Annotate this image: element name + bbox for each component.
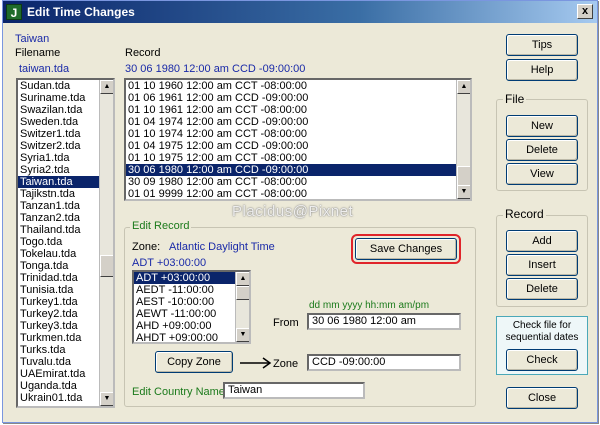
zone-name: Atlantic Daylight Time: [169, 241, 275, 253]
scroll-up-icon[interactable]: ▲: [100, 80, 113, 94]
check-text-line-1: Check file for: [512, 320, 572, 331]
arrow-right-icon: [240, 357, 272, 369]
tips-button[interactable]: Tips: [506, 34, 578, 56]
close-icon: x: [581, 5, 589, 17]
record-list-scrollbar[interactable]: ▲ ▼: [456, 80, 470, 199]
view-label: View: [530, 168, 554, 180]
edit-time-changes-window: J Edit Time Changes x Taiwan Filename ta…: [2, 0, 598, 423]
add-record-button[interactable]: Add: [506, 230, 578, 252]
new-label: New: [530, 120, 553, 132]
save-highlight: [351, 234, 461, 264]
country-name-label: Edit Country Name: [132, 386, 225, 398]
close-button[interactable]: Close: [506, 387, 578, 409]
scroll-down-icon[interactable]: ▼: [100, 392, 113, 406]
close-label: Close: [527, 392, 557, 404]
record-list-item[interactable]: 01 06 1961 12:00 am CCD -09:00:00: [126, 92, 470, 104]
record-list-item[interactable]: 01 10 1974 12:00 am CCT -08:00:00: [126, 128, 470, 140]
scroll-up-icon[interactable]: ▲: [236, 272, 249, 286]
zone-list-item[interactable]: AEST -10:00:00: [134, 296, 249, 308]
record-label: Record: [125, 47, 161, 59]
zone-label: Zone:: [132, 241, 161, 253]
zone-list-item[interactable]: AEWT -11:00:00: [134, 308, 249, 320]
file-list[interactable]: Sudan.tda Suriname.tda Swazilan.tda Sweden.…: [16, 78, 115, 408]
scroll-thumb[interactable]: [100, 255, 113, 277]
record-list-item[interactable]: 01 10 1961 12:00 am CCT -08:00:00: [126, 104, 470, 116]
record-list-item[interactable]: 01 04 1974 12:00 am CCD -09:00:00: [126, 116, 470, 128]
watermark: Placidus@Pixnet: [232, 203, 354, 220]
country-label: Taiwan: [15, 33, 50, 45]
zone-input[interactable]: CCD -09:00:00: [307, 354, 461, 371]
filename-label: Filename: [15, 47, 61, 59]
app-icon: J: [6, 4, 22, 20]
check-label: Check: [526, 354, 558, 366]
record-list-item[interactable]: 01 04 1975 12:00 am CCD -09:00:00: [126, 140, 470, 152]
scroll-thumb[interactable]: [236, 286, 249, 300]
record-list-item[interactable]: 01 10 1960 12:00 am CCT -08:00:00: [126, 80, 470, 92]
delete-record-label: Delete: [526, 283, 558, 295]
date-format-hint: dd mm yyyy hh:mm am/pm: [309, 300, 430, 311]
scroll-down-icon[interactable]: ▼: [236, 328, 249, 342]
file-list-scrollbar[interactable]: ▲ ▼: [99, 80, 113, 406]
zone-list-item[interactable]: AHD +09:00:00: [134, 320, 249, 332]
window-title: Edit Time Changes: [27, 5, 135, 19]
zone-list-item[interactable]: ADT +03:00:00: [134, 272, 249, 284]
new-file-button[interactable]: New: [506, 115, 578, 137]
view-file-button[interactable]: View: [506, 163, 578, 185]
check-text-line-2: sequential dates: [505, 332, 579, 343]
country-name-input[interactable]: Taiwan: [223, 382, 365, 399]
scroll-thumb[interactable]: [457, 166, 470, 186]
title-bar[interactable]: J Edit Time Changes x: [3, 1, 597, 23]
record-group-title: Record: [503, 207, 546, 221]
from-label: From: [273, 317, 299, 329]
scroll-up-icon[interactable]: ▲: [457, 80, 470, 94]
delete-file-button[interactable]: Delete: [506, 139, 578, 161]
copy-zone-label: Copy Zone: [167, 356, 221, 368]
file-group-title: File: [503, 92, 527, 106]
copy-zone-button[interactable]: Copy Zone: [155, 351, 233, 373]
record-list[interactable]: 01 10 1960 12:00 am CCT -08:00:00 01 06 1…: [124, 78, 472, 201]
close-window-button[interactable]: x: [577, 4, 593, 19]
record-list-item[interactable]: 01 10 1975 12:00 am CCT -08:00:00: [126, 152, 470, 164]
from-input[interactable]: 30 06 1980 12:00 am: [307, 313, 461, 330]
tips-label: Tips: [531, 39, 553, 51]
help-button[interactable]: Help: [506, 59, 578, 81]
delete-file-label: Delete: [526, 144, 558, 156]
help-label: Help: [530, 64, 554, 76]
insert-label: Insert: [528, 259, 556, 271]
zone-list-item[interactable]: AHDT +09:00:00: [134, 332, 249, 342]
zone-code: ADT +03:00:00: [132, 257, 207, 269]
current-record: 30 06 1980 12:00 am CCD -09:00:00: [125, 63, 306, 75]
zone-list-item[interactable]: AEDT -11:00:00: [134, 284, 249, 296]
scroll-down-icon[interactable]: ▼: [457, 185, 470, 199]
edit-record-title: Edit Record: [130, 220, 192, 232]
filename-value: taiwan.tda: [19, 63, 70, 75]
zone-list[interactable]: ADT +03:00:00 AEDT -11:00:00 AEST -10:00:0…: [132, 270, 251, 344]
add-label: Add: [532, 235, 552, 247]
record-list-item[interactable]: 01 01 9999 12:00 am CCT -08:00:00: [126, 188, 470, 199]
zone-list-scrollbar[interactable]: ▲ ▼: [235, 272, 249, 342]
delete-record-button[interactable]: Delete: [506, 278, 578, 300]
record-list-item[interactable]: 30 09 1980 12:00 am CCT -08:00:00: [126, 176, 470, 188]
zone-field-label: Zone: [273, 358, 299, 370]
check-button[interactable]: Check: [506, 349, 578, 371]
insert-record-button[interactable]: Insert: [506, 254, 578, 276]
record-list-item[interactable]: 30 06 1980 12:00 am CCD -09:00:00: [126, 164, 470, 176]
